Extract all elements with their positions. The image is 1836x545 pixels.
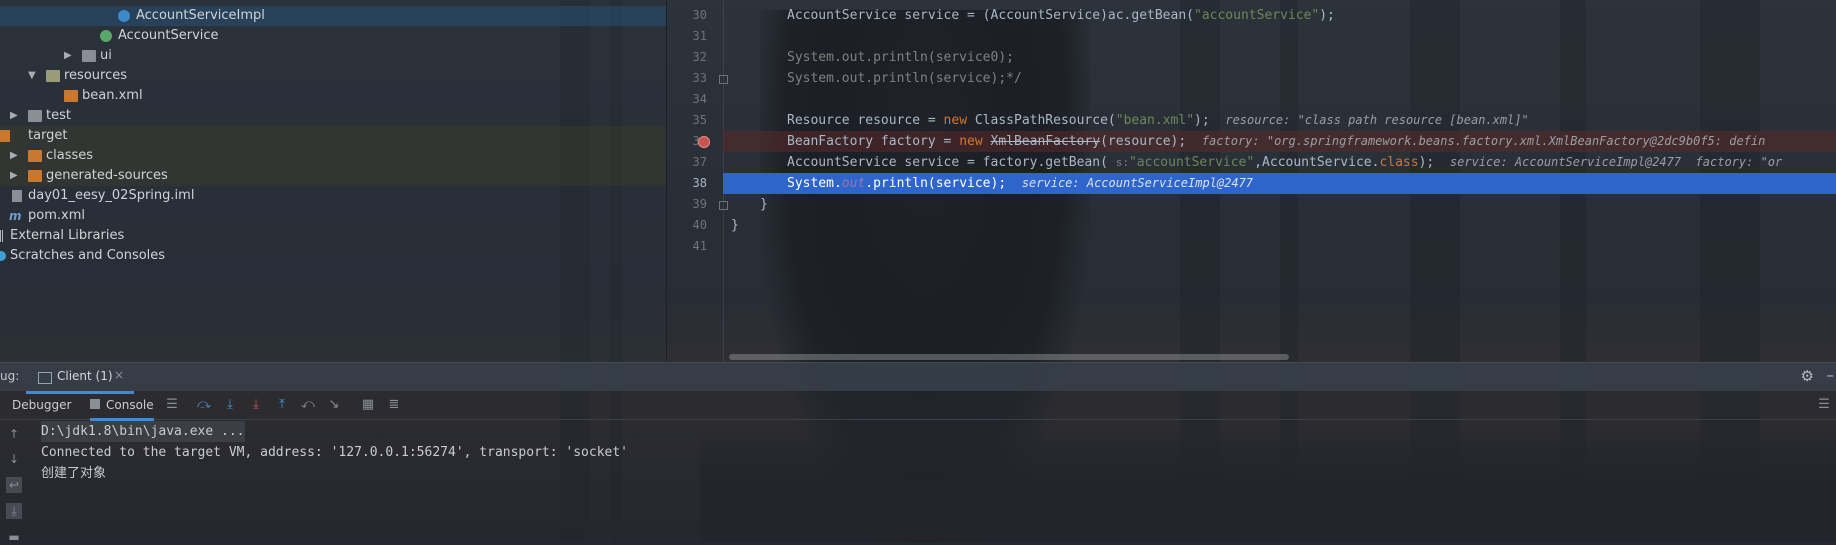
line-number: 32 <box>692 50 707 64</box>
line-number: 35 <box>692 113 707 127</box>
line-number: 30 <box>692 8 707 22</box>
step-into-icon[interactable]: ⤓ <box>222 397 238 413</box>
code-line-33[interactable]: System.out.println(service);*/ <box>723 68 1836 89</box>
chevron-down-icon[interactable]: ▼ <box>28 66 36 86</box>
line-number: 37 <box>692 155 707 169</box>
minimize-icon[interactable]: – <box>1827 366 1835 384</box>
gear-icon[interactable]: ⚙ <box>1801 367 1814 385</box>
tab-debugger[interactable]: Debugger <box>12 396 71 418</box>
tree-item-external-libraries[interactable]: External Libraries <box>0 226 666 246</box>
code-line-35[interactable]: Resource resource = new ClassPathResourc… <box>723 110 1836 131</box>
package-icon <box>82 50 96 62</box>
scratches-icon <box>0 251 6 261</box>
tab-console[interactable]: Console <box>90 396 154 421</box>
libraries-icon <box>0 230 4 242</box>
tree-item-accountserviceimpl[interactable]: AccountServiceImpl <box>0 6 666 26</box>
console-line: 创建了对象 <box>41 466 107 481</box>
debug-session-tab[interactable]: Client (1) × <box>26 363 134 394</box>
maven-icon: m <box>9 209 22 223</box>
code-line-36-breakpoint[interactable]: BeanFactory factory = new XmlBeanFactory… <box>723 131 1836 152</box>
tree-item-accountservice[interactable]: AccountService <box>0 26 666 46</box>
soft-wrap-icon[interactable]: ↩ <box>6 477 22 493</box>
console-icon <box>38 372 52 384</box>
debug-tool-window: ug: Client (1) × ⚙ – Debugger Console ☰ … <box>0 362 1836 545</box>
breakpoint-icon[interactable] <box>698 136 710 148</box>
layout-settings-icon[interactable]: ☰ <box>1816 397 1832 413</box>
tree-item-test[interactable]: ▶ test <box>0 106 666 126</box>
step-out-icon[interactable]: ⤒ <box>274 397 290 413</box>
line-number: 33 <box>692 71 707 85</box>
debug-inline-value: service: AccountServiceImpl@2477 factory… <box>1449 155 1783 169</box>
tree-item-scratches[interactable]: Scratches and Consoles <box>0 246 666 266</box>
folder-icon <box>28 170 42 182</box>
console-output[interactable]: D:\jdk1.8\bin\java.exe ... Connected to … <box>41 421 1836 543</box>
class-icon <box>118 10 130 22</box>
debug-inline-value: factory: "org.springframework.beans.fact… <box>1201 134 1766 148</box>
chevron-right-icon[interactable]: ▶ <box>10 166 18 186</box>
xml-file-icon <box>64 90 78 102</box>
code-line-39[interactable]: } <box>723 194 1836 215</box>
line-number: 41 <box>692 239 707 253</box>
chevron-right-icon[interactable]: ▶ <box>64 46 72 66</box>
line-number: 40 <box>692 218 707 232</box>
code-line-32[interactable]: System.out.println(service0); <box>723 47 1836 68</box>
tree-item-target[interactable]: target <box>0 126 666 146</box>
debug-title-bar: ug: Client (1) × ⚙ – <box>0 363 1836 394</box>
trace-icon[interactable]: ≣ <box>386 397 402 413</box>
force-step-into-icon[interactable]: ⤓ <box>248 397 264 413</box>
tree-item-iml[interactable]: day01_eesy_02Spring.iml <box>0 186 666 206</box>
code-editor[interactable]: 30 31 32 33 34 35 36 37 38 39 40 41 Acco… <box>666 0 1836 362</box>
line-number: 39 <box>692 197 707 211</box>
layout-menu-icon[interactable]: ☰ <box>164 397 180 413</box>
editor-gutter[interactable]: 30 31 32 33 34 35 36 37 38 39 40 41 <box>667 0 728 362</box>
tree-item-classes[interactable]: ▶ classes <box>0 146 666 166</box>
project-tree: AccountServiceImpl AccountService ▶ ui ▼… <box>0 0 666 362</box>
resources-folder-icon <box>46 70 60 82</box>
code-line-38-execution-point[interactable]: System.out.println(service); service: Ac… <box>723 173 1836 194</box>
chevron-right-icon[interactable]: ▶ <box>10 106 18 126</box>
tree-item-bean-xml[interactable]: bean.xml <box>0 86 666 106</box>
debug-inline-value: service: AccountServiceImpl@2477 <box>1021 176 1254 190</box>
tree-item-ui[interactable]: ▶ ui <box>0 46 666 66</box>
folder-icon <box>0 130 10 142</box>
horizontal-scrollbar[interactable] <box>729 354 1289 360</box>
debug-inline-value: resource: "class path resource [bean.xml… <box>1225 113 1529 127</box>
up-arrow-icon[interactable]: ↑ <box>6 426 22 442</box>
print-icon[interactable]: ▬ <box>6 529 22 545</box>
tree-item-resources[interactable]: ▼ resources <box>0 66 666 86</box>
evaluate-expression-icon[interactable]: ▦ <box>360 397 376 413</box>
code-line-40[interactable]: } <box>723 215 1836 236</box>
run-to-cursor-icon[interactable]: ↘ <box>326 397 342 413</box>
drop-frame-icon[interactable]: ⤺ <box>300 397 316 413</box>
tree-item-generated-sources[interactable]: ▶ generated-sources <box>0 166 666 186</box>
debug-label: ug: <box>0 369 20 383</box>
scroll-to-end-icon[interactable]: ⤓ <box>6 503 22 519</box>
debug-toolbar: Debugger Console ☰ ⤼ ⤓ ⤓ ⤒ ⤺ ↘ ▦ ≣ ☰ <box>0 391 1836 421</box>
current-line-number: 38 <box>692 176 707 190</box>
iml-file-icon <box>12 190 22 202</box>
line-number: 31 <box>692 29 707 43</box>
folder-icon <box>28 110 42 122</box>
step-over-icon[interactable]: ⤼ <box>196 397 212 413</box>
line-number: 34 <box>692 92 707 106</box>
chevron-right-icon[interactable]: ▶ <box>10 146 18 166</box>
parameter-hint: s: <box>1115 156 1129 169</box>
console-line: D:\jdk1.8\bin\java.exe ... <box>41 421 245 442</box>
interface-icon <box>100 30 112 42</box>
console-icon <box>90 399 100 409</box>
code-line-37[interactable]: AccountService service = factory.getBean… <box>723 152 1836 173</box>
down-arrow-icon[interactable]: ↓ <box>6 451 22 467</box>
tree-item-pom-xml[interactable]: m pom.xml <box>0 206 666 226</box>
code-line-30[interactable]: AccountService service = (AccountService… <box>723 5 1836 26</box>
console-line: Connected to the target VM, address: '12… <box>41 445 628 460</box>
close-icon[interactable]: × <box>114 368 124 382</box>
folder-icon <box>28 150 42 162</box>
